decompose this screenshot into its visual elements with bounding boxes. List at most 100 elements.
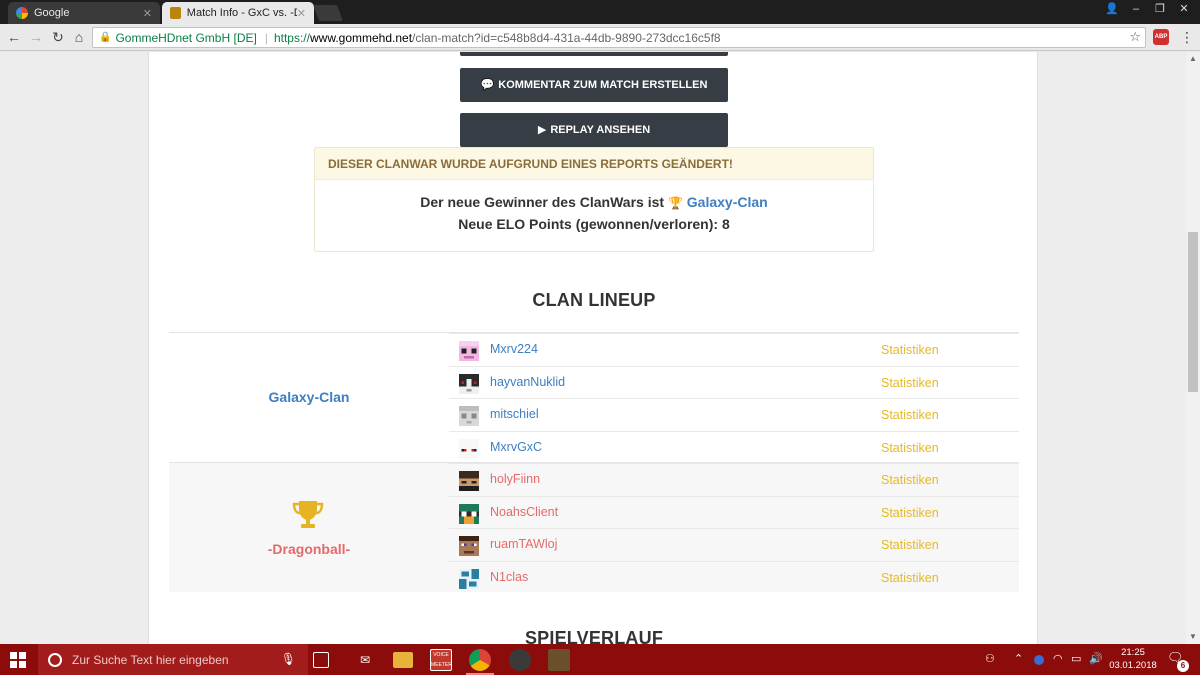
trophy-icon: 🏆 (667, 196, 683, 210)
battery-icon[interactable]: ▭ (1071, 652, 1081, 665)
volume-icon[interactable]: 🔊 (1089, 652, 1103, 665)
clock-date: 03.01.2018 (1109, 660, 1157, 671)
lock-icon: 🔒 (99, 32, 112, 43)
voicemeeter-icon[interactable]: VOICE MEETER (430, 649, 452, 671)
player-avatar (459, 406, 479, 426)
tray-expand-icon[interactable]: ⌃ (1014, 652, 1023, 665)
play-icon: ▶ (537, 124, 547, 136)
tray-app-icon[interactable] (1034, 655, 1044, 665)
microphone-icon[interactable]: 🎙 (281, 652, 296, 666)
close-icon[interactable]: ✕ (143, 7, 152, 20)
scroll-down-icon[interactable]: ▼ (1186, 630, 1200, 644)
reload-icon[interactable]: ↻ (49, 28, 67, 46)
replay-button-label: REPLAY ANSEHEN (550, 124, 651, 136)
comment-button-label: KOMMENTAR ZUM MATCH ERSTELLEN (498, 79, 708, 91)
winner-link[interactable]: Galaxy-Clan (687, 194, 768, 210)
player-link[interactable]: Mxrv224 (490, 342, 538, 356)
table-row: hayvanNuklid Statistiken (449, 365, 1019, 399)
team-dragonball: -Dragonball- holyFiinn Statistiken Noahs… (169, 462, 1019, 592)
top-button-partial[interactable] (460, 52, 728, 56)
stats-link[interactable]: Statistiken (881, 473, 939, 487)
player-link[interactable]: holyFiinn (490, 472, 540, 486)
tab-google[interactable]: Google ✕ (8, 2, 160, 24)
minecraft-icon[interactable] (548, 649, 570, 671)
cortana-icon (48, 652, 62, 667)
player-avatar (459, 438, 479, 459)
page-scrollbar[interactable]: ▲ ▼ (1186, 52, 1200, 644)
secure-label: GommeHDnet GmbH [DE] (115, 30, 257, 45)
wifi-icon[interactable]: ◠ (1053, 652, 1063, 665)
stats-link[interactable]: Statistiken (881, 506, 939, 520)
comment-icon: 💬 (480, 79, 495, 91)
replay-button[interactable]: ▶ REPLAY ANSEHEN (460, 113, 728, 147)
windows-taskbar: Zur Suche Text hier eingeben 🎙 ✉ VOICE M… (0, 644, 1200, 675)
team-name-link[interactable]: Galaxy-Clan (169, 389, 449, 405)
content-card: 💬 KOMMENTAR ZUM MATCH ERSTELLEN ▶ REPLAY A… (148, 52, 1038, 644)
chrome-icon[interactable] (469, 649, 491, 671)
page-viewport: 💬 KOMMENTAR ZUM MATCH ERSTELLEN ▶ REPLAY A… (0, 52, 1186, 644)
menu-icon[interactable]: ⋮ (1180, 29, 1194, 45)
comment-button[interactable]: 💬 KOMMENTAR ZUM MATCH ERSTELLEN (460, 68, 728, 102)
report-notice: DIESER CLANWAR WURDE AUFGRUND EINES REPO… (314, 147, 874, 252)
clan-lineup: Galaxy-Clan Mxrv224 Statistiken hayvanNu… (169, 332, 1019, 592)
tab-title: Google (34, 7, 70, 19)
stats-link[interactable]: Statistiken (881, 343, 939, 357)
tab-match-info[interactable]: Match Info - GxC vs. -DB ✕ (162, 2, 314, 24)
close-icon[interactable]: ✕ (297, 7, 306, 20)
close-window-icon[interactable]: ✕ (1172, 0, 1196, 18)
taskbar-search[interactable]: Zur Suche Text hier eingeben 🎙 (38, 644, 308, 675)
table-row: NoahsClient Statistiken (449, 495, 1019, 529)
player-link[interactable]: mitschiel (490, 407, 539, 421)
match-history-title: SPIELVERLAUF (524, 628, 664, 644)
scroll-thumb[interactable] (1188, 232, 1198, 392)
url-host: www.gommehd.net (309, 30, 413, 45)
player-link[interactable]: N1clas (490, 570, 528, 584)
table-row: Mxrv224 Statistiken (449, 333, 1019, 366)
mail-icon[interactable]: ✉ (354, 649, 376, 671)
forward-icon[interactable]: → (27, 28, 45, 46)
table-row: MxrvGxC Statistiken (449, 430, 1019, 464)
back-icon[interactable]: ← (5, 28, 23, 46)
player-avatar (459, 373, 479, 394)
url-protocol: https:// (273, 30, 310, 45)
app-icon[interactable] (509, 649, 531, 671)
notice-body: Der neue Gewinner des ClanWars ist 🏆 Gal… (315, 180, 873, 235)
taskbar-clock[interactable]: 21:25 03.01.2018 (1108, 646, 1158, 672)
adblock-icon[interactable]: ABP (1153, 29, 1169, 45)
stats-link[interactable]: Statistiken (881, 538, 939, 552)
user-icon[interactable]: 👤 (1100, 0, 1124, 18)
new-tab-button[interactable] (313, 5, 343, 21)
stats-link[interactable]: Statistiken (881, 408, 939, 422)
home-icon[interactable]: ⌂ (70, 28, 88, 46)
player-link[interactable]: NoahsClient (490, 505, 558, 519)
player-avatar (459, 536, 479, 556)
stats-link[interactable]: Statistiken (881, 376, 939, 390)
task-view-icon[interactable] (313, 652, 329, 668)
stats-link[interactable]: Statistiken (881, 571, 939, 585)
google-icon (16, 7, 28, 19)
table-row: mitschiel Statistiken (449, 398, 1019, 431)
windows-start-icon[interactable] (10, 652, 26, 668)
restore-icon[interactable]: ❐ (1148, 0, 1172, 18)
winner-prefix: Der neue Gewinner des ClanWars ist (420, 194, 665, 210)
browser-toolbar: ← → ↻ ⌂ 🔒 GommeHDnet GmbH [DE] | https:/… (0, 24, 1200, 51)
lineup-title: CLAN LINEUP (532, 290, 656, 310)
minimize-icon[interactable]: – (1124, 0, 1148, 18)
url-path: /clan-match?id=c548b8d4-431a-44db-9890-2… (412, 30, 721, 45)
player-link[interactable]: MxrvGxC (490, 440, 542, 454)
people-icon[interactable]: ⚇ (985, 652, 995, 665)
address-bar[interactable]: 🔒 GommeHDnet GmbH [DE] | https:// www.go… (92, 27, 1146, 48)
team-name-link[interactable]: -Dragonball- (169, 541, 449, 557)
notice-title: DIESER CLANWAR WURDE AUFGRUND EINES REPO… (315, 148, 873, 180)
player-avatar (459, 471, 479, 491)
elo-line: Neue ELO Points (gewonnen/verloren): 8 (458, 216, 730, 232)
file-explorer-icon[interactable] (393, 652, 413, 668)
tab-strip: Google ✕ Match Info - GxC vs. -DB ✕ 👤 – … (0, 0, 1200, 24)
player-link[interactable]: hayvanNuklid (490, 375, 565, 389)
player-link[interactable]: ruamTAWloj (490, 537, 557, 551)
scroll-up-icon[interactable]: ▲ (1186, 52, 1200, 66)
stats-link[interactable]: Statistiken (881, 441, 939, 455)
bookmark-star-icon[interactable]: ☆ (1129, 29, 1141, 45)
clock-time: 21:25 (1121, 647, 1145, 658)
team-galaxy-clan: Galaxy-Clan Mxrv224 Statistiken hayvanNu… (169, 332, 1019, 462)
